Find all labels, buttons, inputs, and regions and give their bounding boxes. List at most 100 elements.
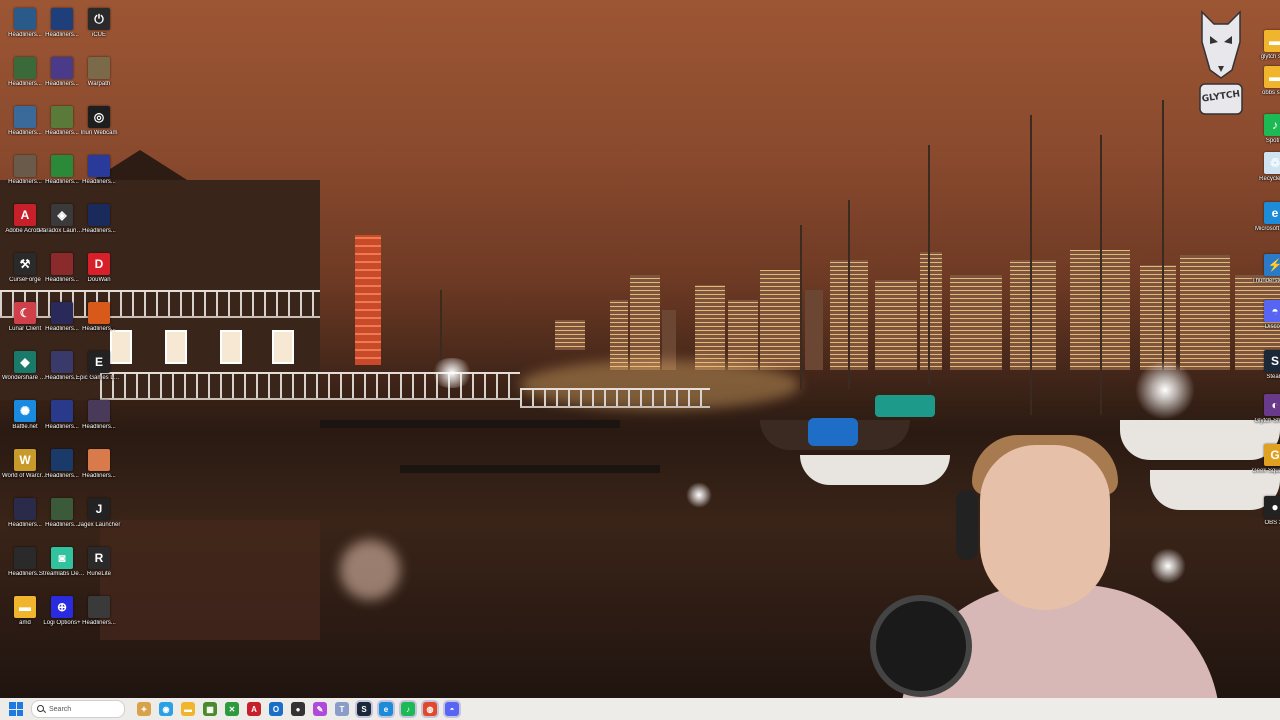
desktop-icon-label: Headliners... <box>82 620 116 626</box>
water-reflection <box>340 540 400 600</box>
desktop-icon[interactable]: Headliners... <box>76 202 122 248</box>
app-icon: ◆ <box>14 351 36 373</box>
desktop-icon-label: Discord <box>1264 324 1280 330</box>
app-icon <box>88 204 110 226</box>
sailboat-mast <box>928 145 930 385</box>
edge-icon[interactable]: e <box>379 702 393 716</box>
sailboat-mast <box>1030 115 1032 415</box>
desktop-icon[interactable]: ◐ Glytch Shortcut <box>1252 392 1280 438</box>
xbox-icon[interactable]: ✕ <box>225 702 239 716</box>
streamer-face <box>980 445 1110 610</box>
desktop-icon-label: Headliners... <box>82 179 116 185</box>
app-icon <box>51 155 73 177</box>
desktop-icon-label: Headliners... <box>82 424 116 430</box>
app-icon <box>51 400 73 422</box>
light-flare <box>430 358 474 388</box>
desktop-icon-label: Recycle Bin <box>1259 176 1280 182</box>
sailboat-mast <box>1162 100 1164 400</box>
desktop-icon[interactable]: ⏻ iCUE <box>76 6 122 52</box>
taskbar-apps: ✦ ◉ ▬ ▦ ✕ A O ● ✎ T Se ♪ ◍ ◓ <box>129 702 459 716</box>
light-flare <box>1135 360 1195 420</box>
app-icon: D <box>88 253 110 275</box>
desktop-icon-label: iCUE <box>91 32 106 38</box>
taskbar: Search ✦ ◉ ▬ ▦ ✕ A O ● ✎ T Se ♪ ◍ ◓ <box>0 698 1280 720</box>
desktop-icon-label: Thunderstore Mod Manag... <box>1252 278 1280 284</box>
adobe-icon[interactable]: A <box>247 702 261 716</box>
chrome-icon[interactable]: ◍ <box>423 702 437 716</box>
desktop-icon[interactable]: D DouWan <box>76 251 122 297</box>
dock <box>400 465 660 473</box>
app-icon <box>14 106 36 128</box>
app-icon: J <box>88 498 110 520</box>
desktop-icon-label: Jagex Launcher <box>77 522 121 528</box>
pier-railing <box>520 388 710 408</box>
taskbar-search-box[interactable]: Search <box>31 700 125 718</box>
app-icon <box>88 400 110 422</box>
minecraft-icon[interactable]: ▦ <box>203 702 217 716</box>
app-icon: ⚡ <box>1264 254 1280 276</box>
spotify-icon[interactable]: ♪ <box>401 702 415 716</box>
desktop-icon-label: Geek Squad Support.exe <box>1252 468 1280 474</box>
app-icon <box>51 351 73 373</box>
desktop-icon[interactable]: R RuneLite <box>76 545 122 591</box>
app-icon: G <box>1264 444 1280 466</box>
headset-icon <box>956 490 978 560</box>
desktop-icon[interactable]: Headliners... <box>76 447 122 493</box>
app-icon: ▬ <box>14 596 36 618</box>
obs-icon[interactable]: ● <box>291 702 305 716</box>
widgets-icon[interactable]: ✦ <box>137 702 151 716</box>
city-skyline <box>600 220 1280 370</box>
app-icon <box>88 449 110 471</box>
app-icon: ● <box>1264 496 1280 518</box>
app-icon: W <box>14 449 36 471</box>
desktop-icon[interactable]: e Microsoft Edge <box>1252 200 1280 246</box>
light-flare <box>686 482 712 508</box>
outlook-icon[interactable]: O <box>269 702 283 716</box>
desktop-icon[interactable]: E Epic Games Launcher <box>76 349 122 395</box>
desktop-icon[interactable]: G Geek Squad Support.exe <box>1252 442 1280 488</box>
boathouse-reflection <box>100 520 320 640</box>
desktop-icon[interactable]: S Steam <box>1252 348 1280 394</box>
desktop-icon[interactable]: ⚡ Thunderstore Mod Manag... <box>1252 252 1280 298</box>
discord-icon[interactable]: ◓ <box>445 702 459 716</box>
teams-icon[interactable]: T <box>335 702 349 716</box>
desktop-icon[interactable]: ▬ obbs stuff <box>1252 64 1280 110</box>
sailboat-mast <box>800 225 802 390</box>
app-icon: ♪ <box>1264 114 1280 136</box>
desktop-icon-label: DouWan <box>87 277 111 283</box>
browser-icon[interactable]: ◉ <box>159 702 173 716</box>
app-icon: A <box>14 204 36 226</box>
app-icon <box>88 57 110 79</box>
desktop-icon[interactable]: ● OBS 32 <box>1252 494 1280 540</box>
desktop-icon[interactable]: Headliners... <box>76 594 122 640</box>
start-button[interactable] <box>9 702 23 716</box>
app-icon: E <box>88 351 110 373</box>
paint-icon[interactable]: ✎ <box>313 702 327 716</box>
app-icon <box>14 498 36 520</box>
desktop-icon[interactable]: ◓ Discord <box>1252 298 1280 344</box>
app-icon: e <box>1264 202 1280 224</box>
app-icon <box>51 253 73 275</box>
app-icon: ▬ <box>1264 66 1280 88</box>
desktop-icon-label: Headliners... <box>82 473 116 479</box>
desktop-icon[interactable]: ♲ Recycle Bin <box>1252 150 1280 196</box>
app-icon <box>51 106 73 128</box>
app-icon <box>88 302 110 324</box>
desktop-icon[interactable]: Warpath <box>76 55 122 101</box>
steam-icon[interactable]: S <box>357 702 371 716</box>
desktop-icon-label: Glytch Shortcut <box>1254 418 1280 424</box>
desktop-icon-label: Headliners... <box>82 326 116 332</box>
app-icon: ♲ <box>1264 152 1280 174</box>
desktop-icon-label: Steam <box>1266 374 1280 380</box>
app-icon: ⚒ <box>14 253 36 275</box>
sailboat-mast <box>440 290 442 370</box>
desktop-icon[interactable]: ◎ Iriun Webcam <box>76 104 122 150</box>
desktop-icon-label: OBS 32 <box>1264 520 1280 526</box>
desktop-icon-label: Microsoft Edge <box>1254 226 1280 232</box>
desktop-icon[interactable]: J Jagex Launcher <box>76 496 122 542</box>
desktop-icon-label: Headliners... <box>82 228 116 234</box>
file-explorer-icon[interactable]: ▬ <box>181 702 195 716</box>
desktop-icon[interactable]: Headliners... <box>76 398 122 444</box>
desktop-icon[interactable]: Headliners... <box>76 153 122 199</box>
desktop-icon[interactable]: Headliners... <box>76 300 122 346</box>
